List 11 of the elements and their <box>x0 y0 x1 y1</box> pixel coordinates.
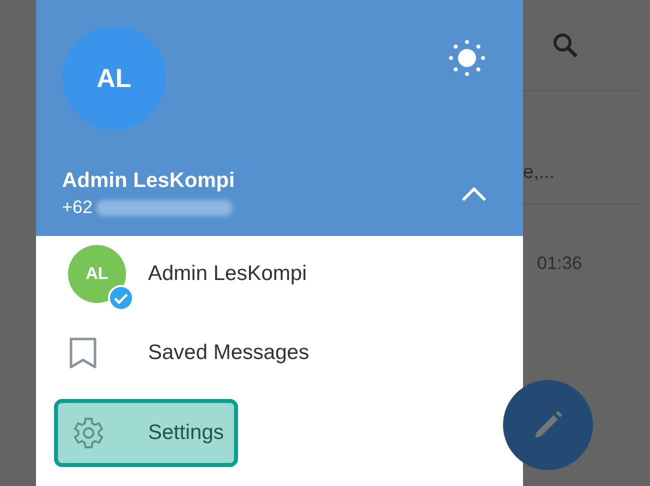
sun-icon[interactable] <box>447 38 487 78</box>
menu-item[interactable]: Settings <box>54 399 238 467</box>
phone-number: +62 <box>62 197 93 218</box>
verified-badge-icon <box>108 285 134 311</box>
profile-name: Admin LesKompi <box>62 169 235 193</box>
menu-item[interactable]: Saved Messages <box>54 319 324 387</box>
menu-item[interactable]: AL Admin LesKompi <box>54 240 321 308</box>
message-preview: e,... <box>523 162 555 184</box>
chevron-up-icon[interactable] <box>461 186 487 202</box>
profile-avatar: AL <box>62 26 166 130</box>
bookmark-icon <box>68 336 98 370</box>
